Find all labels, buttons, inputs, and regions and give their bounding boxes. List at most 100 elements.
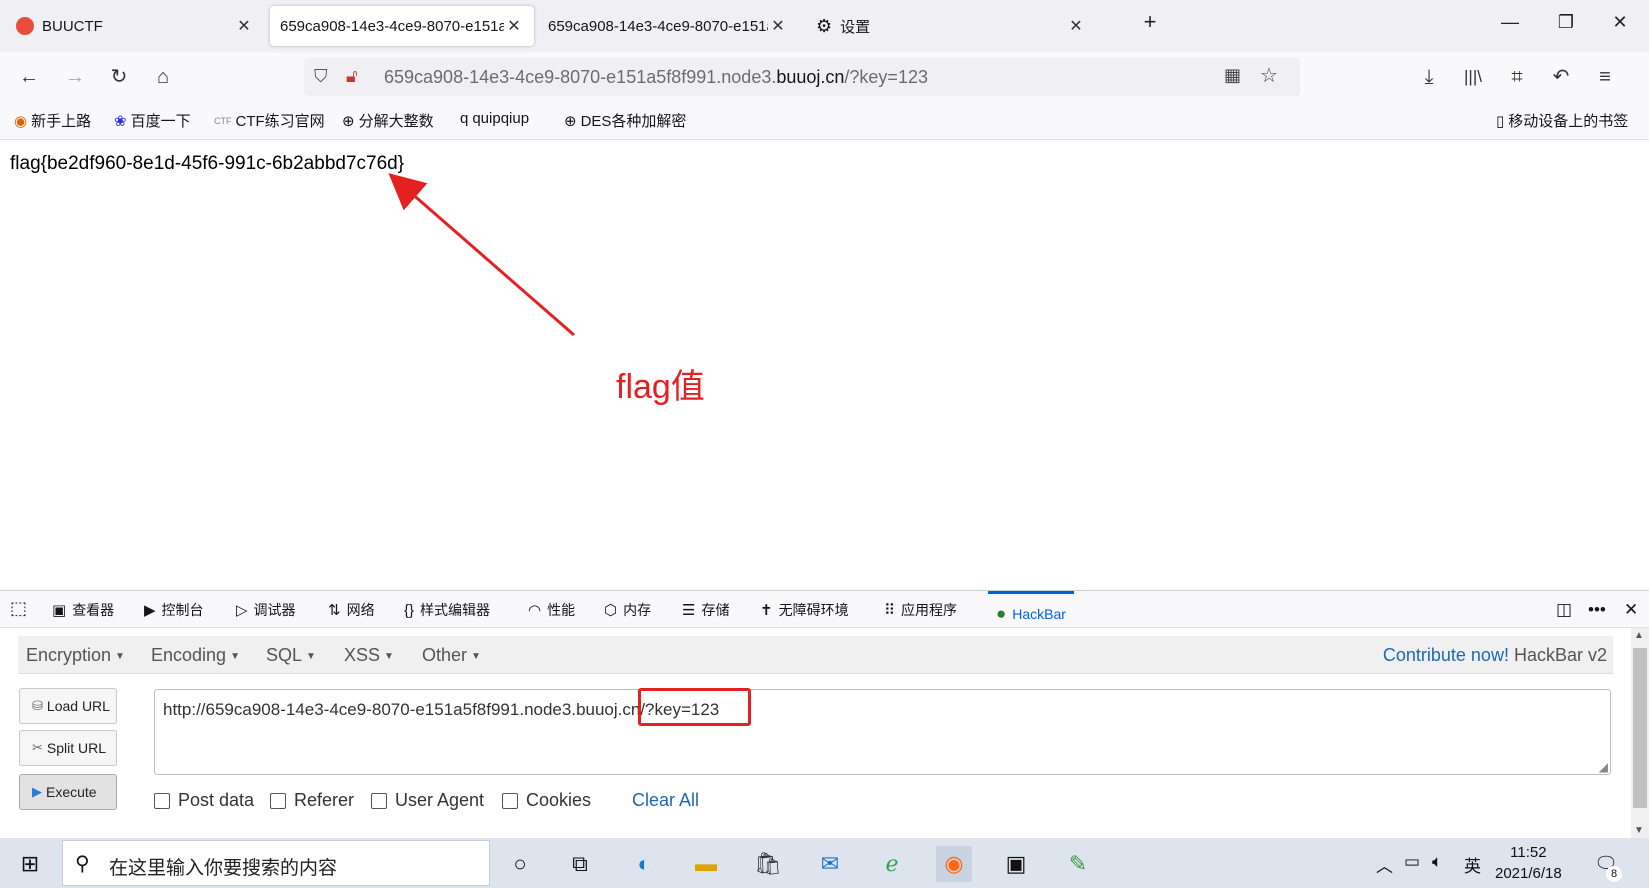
- screenshot-crop-icon[interactable]: ⌗: [1502, 62, 1532, 92]
- edge-icon[interactable]: ◐: [626, 846, 662, 882]
- tab-challenge[interactable]: 659ca908-14e3-4ce9-8070-e151a ✕: [538, 6, 798, 46]
- menu-xss[interactable]: XSS ▼: [344, 645, 394, 666]
- insecure-lock-icon[interactable]: 🔓︎: [346, 66, 358, 87]
- home-icon[interactable]: ⌂: [148, 62, 178, 92]
- notepad-icon[interactable]: ✎: [1060, 846, 1096, 882]
- buuctf-favicon-icon: [16, 17, 34, 35]
- bookmark-item[interactable]: ◉ 新手上路: [14, 110, 91, 131]
- scroll-up-icon[interactable]: ▲: [1634, 630, 1644, 641]
- hackbar-scrollbar[interactable]: ▲ ▼: [1631, 628, 1649, 838]
- close-devtools-icon[interactable]: ✕: [1624, 600, 1638, 620]
- close-tab-icon[interactable]: ✕: [504, 16, 524, 36]
- tab-performance[interactable]: ◠ 性能: [528, 600, 575, 620]
- resize-handle-icon[interactable]: ◢: [1599, 760, 1608, 774]
- cortana-icon[interactable]: ○: [502, 846, 538, 882]
- bookmark-item[interactable]: ⊕ 分解大整数: [342, 110, 434, 131]
- menu-sql[interactable]: SQL ▼: [266, 645, 316, 666]
- shield-icon[interactable]: ⛉: [314, 66, 328, 87]
- forward-arrow-icon[interactable]: →: [60, 62, 90, 92]
- restore-button[interactable]: ❐: [1546, 12, 1586, 33]
- tab-style-editor[interactable]: {} 样式编辑器: [404, 600, 490, 620]
- firefox-taskbar-icon[interactable]: ◉: [936, 846, 972, 882]
- checkbox-post-data[interactable]: Post data: [154, 790, 254, 811]
- element-picker-icon[interactable]: ⬚: [10, 598, 27, 619]
- mobile-bookmarks[interactable]: ▯ 移动设备上的书签: [1496, 110, 1628, 131]
- tab-memory[interactable]: ⬡ 内存: [604, 600, 651, 620]
- download-icon[interactable]: ⤓: [1414, 62, 1444, 92]
- load-url-button[interactable]: ⛁ Load URL: [19, 688, 117, 724]
- store-icon[interactable]: 🛍︎: [750, 846, 786, 882]
- tab-label: 659ca908-14e3-4ce9-8070-e151a: [280, 17, 504, 35]
- task-view-icon[interactable]: ⧉: [562, 846, 598, 882]
- volume-icon[interactable]: 🔈︎: [1432, 852, 1442, 872]
- apps-grid-icon: ⠿: [884, 602, 895, 619]
- checkbox-box[interactable]: [154, 792, 170, 809]
- execute-button[interactable]: ▶ Execute: [19, 774, 117, 810]
- taskbar-search[interactable]: ⚲ 在这里输入你要搜索的内容: [62, 840, 490, 886]
- tab-inspector[interactable]: ▣ 查看器: [52, 600, 114, 620]
- new-tab-button[interactable]: +: [1130, 9, 1170, 35]
- system-clock[interactable]: 11:52 2021/6/18: [1495, 842, 1562, 884]
- close-tab-icon[interactable]: ✕: [1066, 16, 1086, 36]
- menu-encoding[interactable]: Encoding ▼: [151, 645, 240, 666]
- tab-debugger[interactable]: ▷ 调试器: [236, 600, 296, 620]
- hackbar-url-textarea[interactable]: http://659ca908-14e3-4ce9-8070-e151a5f8f…: [154, 689, 1611, 775]
- contribute-link[interactable]: Contribute now!: [1383, 645, 1509, 665]
- tray-chevron-icon[interactable]: ︿: [1376, 852, 1393, 877]
- back-arrow-icon[interactable]: ←: [14, 62, 44, 92]
- reload-icon[interactable]: ↻: [104, 62, 134, 92]
- bookmark-star-icon[interactable]: ☆: [1260, 63, 1278, 88]
- checkbox-box[interactable]: [270, 792, 286, 809]
- tab-hackbar[interactable]: ● HackBar: [988, 591, 1074, 627]
- windows-start-icon[interactable]: ⊞: [12, 846, 48, 882]
- checkbox-cookies[interactable]: Cookies: [502, 790, 591, 811]
- bookmark-item[interactable]: ❀ 百度一下: [114, 110, 191, 131]
- scroll-thumb[interactable]: [1633, 648, 1647, 808]
- search-icon: ⚲: [75, 853, 90, 875]
- scroll-down-icon[interactable]: ▼: [1634, 825, 1644, 836]
- dock-side-icon[interactable]: ◫: [1556, 600, 1572, 620]
- address-url[interactable]: 659ca908-14e3-4ce9-8070-e151a5f8f991.nod…: [384, 67, 928, 88]
- checkbox-box[interactable]: [371, 792, 387, 809]
- undo-arrow-icon[interactable]: ↶: [1546, 62, 1576, 92]
- tab-challenge-active[interactable]: 659ca908-14e3-4ce9-8070-e151a ✕: [270, 6, 534, 46]
- checkbox-referer[interactable]: Referer: [270, 790, 354, 811]
- checkbox-user-agent[interactable]: User Agent: [371, 790, 484, 811]
- close-tab-icon[interactable]: ✕: [234, 16, 254, 36]
- close-tab-icon[interactable]: ✕: [768, 16, 788, 36]
- mobile-device-icon: ▯: [1496, 112, 1505, 130]
- console-icon: ▶: [144, 602, 156, 619]
- browser-e-icon[interactable]: ℯ: [874, 846, 910, 882]
- clear-all-link[interactable]: Clear All: [632, 790, 699, 811]
- bookmark-item[interactable]: CTF CTF练习官网: [214, 110, 325, 131]
- library-icon[interactable]: |||\: [1458, 62, 1488, 92]
- network-icon[interactable]: ▭: [1404, 852, 1420, 872]
- address-bar[interactable]: ⛉ 🔓︎ 659ca908-14e3-4ce9-8070-e151a5f8f99…: [304, 58, 1300, 96]
- tab-buuctf[interactable]: BUUCTF ✕: [6, 6, 264, 46]
- file-explorer-icon[interactable]: ▬: [688, 846, 724, 882]
- tab-accessibility[interactable]: ✝ 无障碍环境: [760, 600, 849, 620]
- bookmark-item[interactable]: q quipqiup: [460, 110, 529, 127]
- minimize-button[interactable]: —: [1490, 12, 1530, 33]
- tab-label: BUUCTF: [42, 17, 103, 35]
- tab-application[interactable]: ⠿ 应用程序: [884, 600, 957, 620]
- more-options-icon[interactable]: •••: [1588, 600, 1606, 620]
- close-window-button[interactable]: ✕: [1600, 12, 1640, 33]
- tab-network[interactable]: ⇅ 网络: [328, 600, 375, 620]
- windows-taskbar: ⊞ ⚲ 在这里输入你要搜索的内容 ○ ⧉ ◐ ▬ 🛍︎ ✉ ℯ ◉ ▣ ✎ ︿ …: [0, 838, 1649, 888]
- ime-indicator[interactable]: 英: [1464, 852, 1481, 877]
- tab-settings[interactable]: ⚙ 设置 ✕: [806, 6, 1096, 46]
- terminal-icon[interactable]: ▣: [998, 846, 1034, 882]
- menu-icon[interactable]: ≡: [1590, 62, 1620, 92]
- checkbox-box[interactable]: [502, 792, 518, 809]
- menu-encryption[interactable]: Encryption ▼: [26, 645, 125, 666]
- mail-icon[interactable]: ✉: [812, 846, 848, 882]
- menu-other[interactable]: Other ▼: [422, 645, 481, 666]
- split-url-button[interactable]: ✂ Split URL: [19, 730, 117, 766]
- bookmark-item[interactable]: ⊕ DES各种加解密: [564, 110, 686, 131]
- tab-label: 659ca908-14e3-4ce9-8070-e151a: [548, 17, 768, 35]
- tab-console[interactable]: ▶ 控制台: [144, 600, 204, 620]
- qr-code-icon[interactable]: ▦: [1224, 65, 1241, 86]
- tab-storage[interactable]: ☰ 存储: [682, 600, 729, 620]
- gear-icon: ⚙: [816, 15, 833, 36]
